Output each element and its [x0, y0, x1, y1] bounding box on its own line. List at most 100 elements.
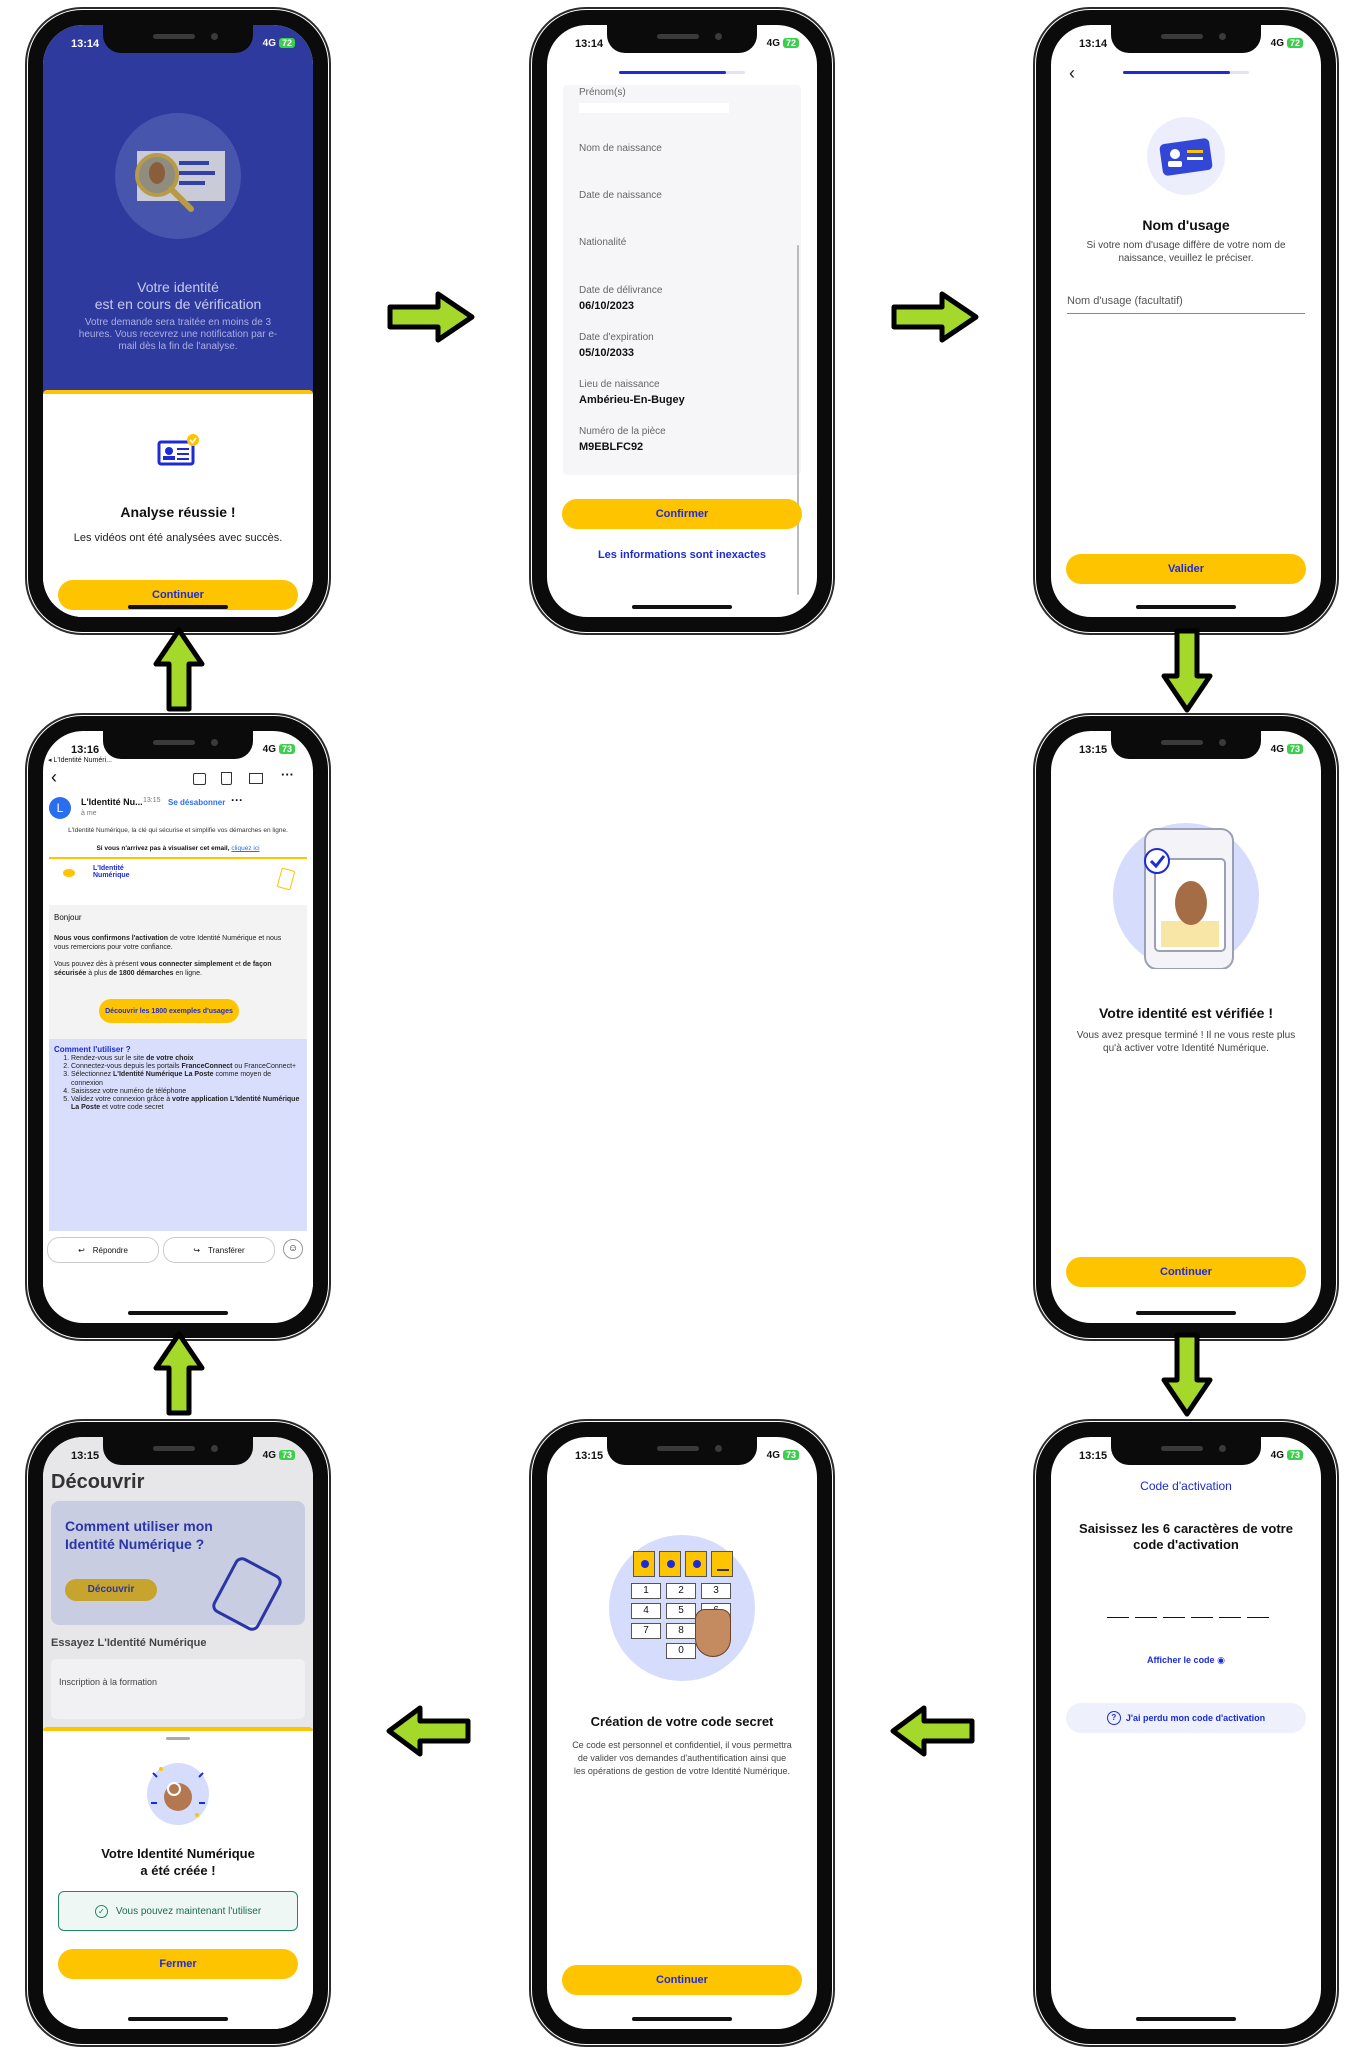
- screen: 13:16 4G 73 ◂ L'Identité Numéri... ‹ ··· …: [43, 731, 313, 1323]
- phone-usage-name: 13:14 4G 72 ‹ Nom d'usage Si votre nom d'…: [1033, 7, 1339, 635]
- field-label-birth-name: Nom de naissance: [579, 143, 662, 154]
- view-link[interactable]: cliquez ici: [231, 845, 259, 852]
- home-indicator: [1136, 1311, 1236, 1315]
- notch: [1111, 1437, 1261, 1465]
- emoji-icon[interactable]: ☺: [283, 1239, 303, 1259]
- reply-button[interactable]: ↩ Répondre: [47, 1237, 159, 1263]
- home-indicator: [632, 2017, 732, 2021]
- mail-more-icon[interactable]: ···: [231, 793, 243, 807]
- confirm-button[interactable]: Confirmer: [562, 499, 802, 529]
- field-label-expiry-date: Date d'expiration: [579, 332, 654, 343]
- key: 1: [631, 1583, 661, 1599]
- scrollbar[interactable]: [797, 245, 799, 595]
- home-indicator: [128, 2017, 228, 2021]
- key: 2: [666, 1583, 696, 1599]
- id-card-check-icon: [153, 432, 203, 477]
- forward-icon: ↪: [193, 1245, 201, 1255]
- page-text: Ce code est personnel et confidentiel, i…: [572, 1740, 792, 1776]
- validate-button[interactable]: Valider: [1066, 554, 1306, 584]
- code-slot: [1191, 1617, 1213, 1618]
- home-indicator: [632, 605, 732, 609]
- code-input[interactable]: [1107, 1617, 1269, 1619]
- page-text: Si votre nom d'usage diffère de votre no…: [1086, 240, 1286, 264]
- arrow-down-icon: [1161, 628, 1213, 713]
- key: 0: [666, 1643, 696, 1659]
- usage-name-input[interactable]: Nom d'usage (facultatif): [1067, 295, 1305, 314]
- field-value-mask: [579, 103, 729, 113]
- notch: [103, 1437, 253, 1465]
- verification-description: Votre demande sera traitée en moins de 3…: [78, 317, 278, 352]
- email-view-line: Si vous n'arrivez pas à visualiser cet e…: [96, 845, 260, 852]
- ok-hand-illustration: [147, 1763, 209, 1825]
- mail-toolbar: ‹ ···: [43, 767, 313, 793]
- verified-title: Votre identité est vérifiée !: [1098, 1005, 1273, 1021]
- notch: [103, 25, 253, 53]
- howto-panel: Comment l'utiliser ? Rendez-vous sur le …: [49, 1039, 307, 1231]
- howto-step: Rendez-vous sur le site de votre choix: [71, 1055, 301, 1063]
- archive-icon[interactable]: [193, 773, 206, 785]
- try-row-label: Inscription à la formation: [59, 1677, 158, 1687]
- back-chevron-icon[interactable]: ‹: [1069, 63, 1075, 84]
- email-intro: L'Identité Numérique, la clé qui sécuris…: [68, 827, 288, 834]
- bottom-sheet: Analyse réussie ! Les vidéos ont été ana…: [43, 390, 313, 617]
- field-value-issue-date: 06/10/2023: [579, 300, 635, 312]
- howto-step: Saisissez votre numéro de téléphone: [71, 1088, 301, 1096]
- mail-icon[interactable]: [249, 773, 263, 784]
- howto-step: Sélectionnez L'Identité Numérique La Pos…: [71, 1071, 301, 1087]
- home-indicator: [128, 1311, 228, 1315]
- arrow-right-icon: [387, 291, 475, 343]
- back-chevron-icon[interactable]: ‹: [51, 767, 57, 788]
- verified-illustration: [1113, 823, 1259, 970]
- notch: [1111, 25, 1261, 53]
- lost-code-button[interactable]: ? J'ai perdu mon code d'activation: [1066, 1703, 1306, 1733]
- discover-examples-button[interactable]: Découvrir les 1800 exemples d'usages: [99, 999, 239, 1023]
- field-label-document-number: Numéro de la pièce: [579, 426, 666, 437]
- email-body: Bonjour Nous vous confirmons l'activatio…: [49, 905, 307, 1231]
- more-icon[interactable]: ···: [281, 767, 294, 782]
- discover-button[interactable]: Découvrir: [65, 1579, 157, 1601]
- brand-name: L'Identité Numérique: [93, 865, 130, 879]
- id-card-icon: [1147, 117, 1225, 195]
- progress-bar: [1123, 71, 1249, 74]
- sheet-grabber[interactable]: [166, 1737, 190, 1740]
- keypad-illustration: 1 2 3 4 5 6 7 8 0: [609, 1535, 755, 1681]
- continue-button[interactable]: Continuer: [1066, 1257, 1306, 1287]
- code-slot: [1219, 1617, 1241, 1618]
- notch: [607, 25, 757, 53]
- mail-time: 13:15: [143, 797, 161, 804]
- progress-fill: [1123, 71, 1231, 74]
- show-code-link[interactable]: Afficher le code ◉: [1051, 1655, 1321, 1666]
- code-slot: [1247, 1617, 1269, 1618]
- continue-button[interactable]: Continuer: [562, 1965, 802, 1995]
- sheet-title: Analyse réussie !: [120, 504, 236, 520]
- code-slot: [1135, 1617, 1157, 1618]
- key: 5: [666, 1603, 696, 1619]
- trash-icon[interactable]: [221, 772, 232, 785]
- hand-icon: [695, 1609, 731, 1657]
- forward-button[interactable]: ↪ Transférer: [163, 1237, 275, 1263]
- page-title: Nom d'usage: [1142, 217, 1230, 233]
- eye-icon: ◉: [1217, 1655, 1225, 1665]
- verification-illustration: [115, 113, 241, 239]
- screen: 13:15 4G 73 Découvrir Comment utiliser mo…: [43, 1437, 313, 2029]
- verification-panel: Votre identité est en cours de vérificat…: [43, 25, 313, 405]
- incorrect-information-link[interactable]: Les informations sont inexactes: [547, 549, 817, 561]
- page-title: Création de votre code secret: [590, 1714, 774, 1729]
- try-row[interactable]: Inscription à la formation: [51, 1659, 305, 1719]
- verified-text: Vous avez presque terminé ! Il ne vous r…: [1076, 1030, 1296, 1054]
- unsubscribe-link[interactable]: Se désabonner: [168, 798, 225, 807]
- phone-identity-created: 13:15 4G 73 Découvrir Comment utiliser mo…: [25, 1419, 331, 2047]
- code-slot: [1107, 1617, 1129, 1618]
- phone-analysis-success: 13:14 4G 72 Votre identité est en cours d…: [25, 7, 331, 635]
- field-label-birth-place: Lieu de naissance: [579, 379, 660, 390]
- home-indicator: [128, 605, 228, 609]
- sheet-text: Les vidéos ont été analysées avec succès…: [73, 532, 283, 544]
- check-circle-icon: ✓: [94, 1904, 108, 1918]
- sheet-title: Votre Identité Numérique a été créée !: [101, 1846, 255, 1878]
- screen: 13:14 4G 72 Prénom(s) Nom de naissance Da…: [547, 25, 817, 617]
- field-value-birth-place: Ambérieu-En-Bugey: [579, 394, 685, 406]
- page-header: Découvrir: [51, 1471, 145, 1493]
- arrow-down-icon: [1161, 1332, 1213, 1417]
- close-button[interactable]: Fermer: [58, 1949, 298, 1979]
- sender-name: L'Identité Nu...: [81, 797, 143, 807]
